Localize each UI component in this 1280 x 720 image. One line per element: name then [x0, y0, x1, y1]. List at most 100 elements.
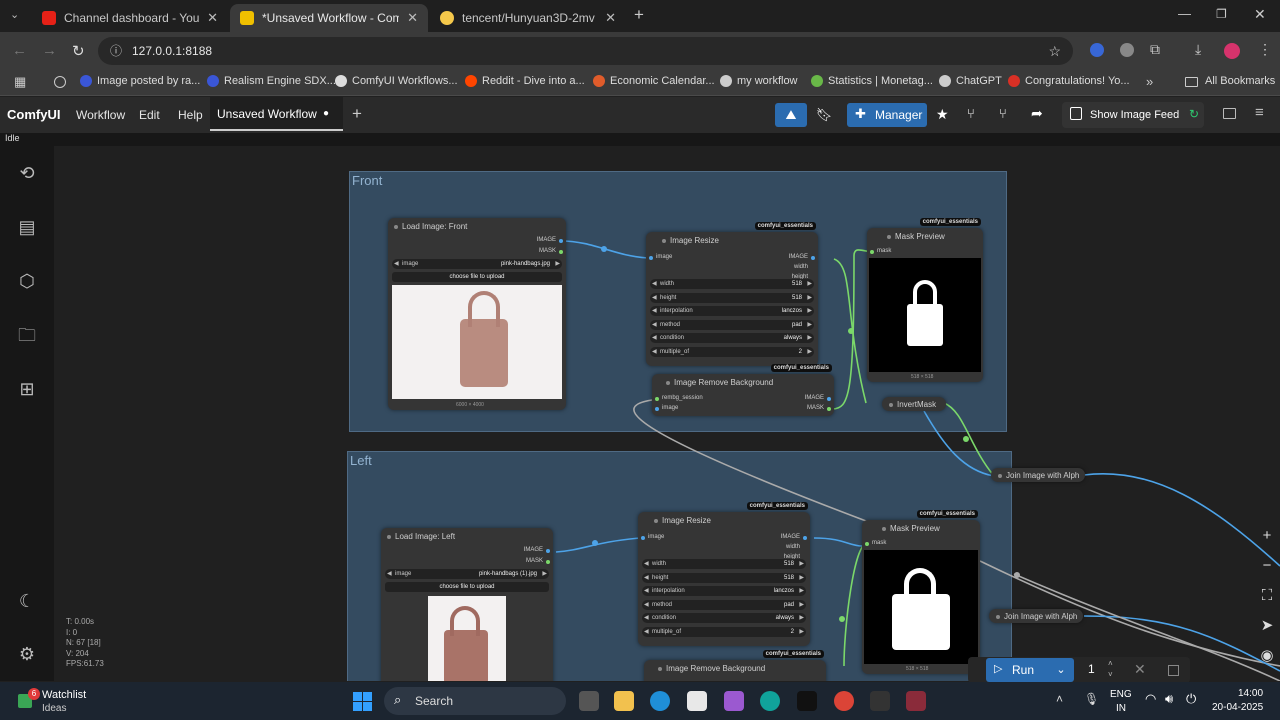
battery-icon[interactable]: ⏻ — [1186, 691, 1196, 707]
lang1[interactable]: ENG — [1110, 689, 1132, 700]
clock-date[interactable]: 20-04-2025 — [1212, 702, 1263, 713]
close-icon[interactable]: ✕ — [207, 10, 218, 26]
bookmark-item[interactable]: ChatGPT — [939, 75, 1002, 87]
widget-method[interactable]: method pad — [642, 599, 806, 610]
widget-height[interactable]: height 518 — [642, 572, 806, 583]
node-image-resize-front[interactable]: comfyui_essentials Image Resize image IM… — [646, 222, 818, 366]
bookmark-item[interactable]: ComfyUI Workflows... — [335, 75, 458, 87]
widget-interpolation[interactable]: interpolation lanczos — [642, 586, 806, 596]
zoom-in-icon[interactable]: + — [1254, 523, 1280, 549]
input-port[interactable] — [870, 250, 874, 254]
widget-condition[interactable]: condition always — [650, 333, 814, 343]
input-port[interactable] — [865, 542, 869, 546]
output-port[interactable] — [559, 250, 563, 254]
widget-width[interactable]: width 518 — [650, 279, 814, 289]
widget-interpolation[interactable]: interpolation lanczos — [650, 306, 814, 316]
run-options-button[interactable]: ⌄ — [1048, 658, 1074, 682]
output-port[interactable] — [546, 549, 550, 553]
all-bookmarks[interactable]: All Bookmarks — [1205, 75, 1275, 87]
node-mask-preview-left[interactable]: comfyui_essentials Mask Preview mask 518… — [862, 510, 980, 674]
widget-condition[interactable]: condition always — [642, 613, 806, 623]
window-close-icon[interactable]: ✕ — [1254, 6, 1266, 23]
workflow-tab[interactable]: Unsaved Workflow ● — [210, 97, 343, 131]
node-load-image-left[interactable]: Load Image: Left IMAGE MASK image pink-ha… — [381, 528, 553, 681]
chrome-icon[interactable] — [834, 691, 854, 711]
node-library-icon[interactable]: ⊞ — [16, 378, 38, 400]
node-mask-preview-front[interactable]: comfyui_essentials Mask Preview mask 518… — [867, 218, 983, 382]
forward-icon[interactable]: → — [42, 42, 57, 59]
mountain-button[interactable]: ⛰ — [775, 103, 807, 127]
close-icon[interactable]: ✕ — [407, 10, 418, 26]
copilot-icon[interactable] — [724, 691, 744, 711]
extensions-puzzle-icon[interactable]: ⧉ — [1150, 41, 1160, 58]
bookmark-button[interactable]: 🔖︎ — [811, 103, 837, 127]
reload-icon[interactable]: ↻ — [72, 42, 85, 60]
run-button[interactable]: ▷ Run — [986, 658, 1048, 682]
tray-chevron-icon[interactable]: ˄ — [1056, 692, 1063, 706]
stop-icon[interactable] — [1168, 665, 1179, 676]
bookmark-item[interactable]: Reddit - Dive into a... — [465, 75, 585, 87]
add-workflow-button[interactable]: + — [352, 104, 362, 124]
new-tab-button[interactable]: + — [634, 5, 644, 25]
store-icon[interactable] — [687, 691, 707, 711]
download-icon[interactable]: ⤓ — [1195, 41, 1201, 58]
bookmark-item[interactable]: Economic Calendar... — [593, 75, 715, 87]
browser-menu-icon[interactable]: ⋮ — [1258, 41, 1272, 58]
model-library-icon[interactable]: ⬡ — [16, 270, 38, 292]
fork-alt-icon[interactable]: ⑂ — [999, 106, 1007, 121]
fit-view-icon[interactable]: ⛶ — [1254, 583, 1280, 609]
menu-help[interactable]: Help — [178, 108, 203, 122]
node-join-image-alpha-2[interactable]: Join Image with Alph — [989, 609, 1083, 623]
queue-icon[interactable]: ▤ — [16, 216, 38, 238]
graph-canvas[interactable]: Front Left Load Image: Front IMAGE MASK … — [54, 146, 1280, 681]
widget-multiple-of[interactable]: multiple_of 2 — [642, 626, 806, 637]
tab-search-icon[interactable]: ⌄ — [10, 8, 19, 21]
edge-icon[interactable] — [650, 691, 670, 711]
lang2[interactable]: IN — [1116, 703, 1126, 714]
bookmark-item[interactable]: my workflow — [720, 75, 798, 87]
input-port[interactable] — [649, 256, 653, 260]
bookmark-item[interactable]: Image posted by ra... — [80, 75, 200, 87]
url-input[interactable]: ⓘ 127.0.0.1:8188 ☆ — [98, 37, 1073, 65]
node-remove-bg-left[interactable]: comfyui_essentials Image Remove Backgrou… — [644, 650, 826, 681]
tradingview-icon[interactable] — [797, 691, 817, 711]
input-port[interactable] — [641, 536, 645, 540]
node-remove-bg-front[interactable]: comfyui_essentials Image Remove Backgrou… — [652, 364, 834, 416]
theme-moon-icon[interactable]: ☾ — [16, 590, 38, 612]
hamburger-icon[interactable]: ≡ — [1255, 104, 1264, 121]
toggle-visibility-icon[interactable]: ◉ — [1254, 643, 1280, 669]
app-teal-icon[interactable] — [760, 691, 780, 711]
cancel-icon[interactable]: ✕ — [1134, 661, 1146, 678]
upload-button[interactable]: choose file to upload — [392, 272, 562, 282]
microphone-icon[interactable]: 🎙︎ — [1084, 692, 1099, 706]
node-image-resize-left[interactable]: comfyui_essentials Image Resize image IM… — [638, 502, 810, 646]
maximize-icon[interactable]: ❐ — [1216, 7, 1227, 21]
minimize-icon[interactable]: — — [1178, 6, 1191, 21]
upload-button[interactable]: choose file to upload — [385, 582, 549, 592]
node-join-image-alpha-1[interactable]: Join Image with Alph — [991, 468, 1085, 482]
file-explorer-icon[interactable] — [614, 691, 634, 711]
close-icon[interactable]: ✕ — [605, 10, 616, 26]
batch-count-input[interactable]: 1 — [1088, 662, 1095, 676]
star-icon[interactable]: ★ — [936, 106, 949, 123]
output-port[interactable] — [803, 536, 807, 540]
terminal-icon[interactable] — [870, 691, 890, 711]
bookmark-item[interactable]: Congratulations! Yo... — [1008, 75, 1130, 87]
output-port[interactable] — [811, 256, 815, 260]
output-port[interactable] — [827, 407, 831, 411]
menu-workflow[interactable]: Workflow — [76, 108, 125, 122]
input-port[interactable] — [655, 397, 659, 401]
windows-start-icon[interactable] — [353, 692, 372, 711]
bookmark-star-icon[interactable]: ☆ — [1048, 37, 1061, 65]
more-bookmarks-icon[interactable]: » — [1146, 74, 1153, 89]
clock-time[interactable]: 14:00 — [1238, 688, 1263, 699]
output-port[interactable] — [827, 397, 831, 401]
history-icon[interactable]: ⟲ — [16, 162, 38, 184]
tab-comfyui[interactable]: *Unsaved Workflow - ComfyUI ✕ — [230, 4, 428, 32]
volume-icon[interactable]: 🔊︎ — [1165, 691, 1173, 707]
globe-icon[interactable] — [54, 76, 66, 88]
extension-g-icon[interactable] — [1090, 43, 1104, 57]
bookmark-item[interactable]: Statistics | Monetag... — [811, 75, 933, 87]
widget-width[interactable]: width 518 — [642, 559, 806, 569]
wifi-icon[interactable]: ◠ — [1145, 691, 1156, 707]
